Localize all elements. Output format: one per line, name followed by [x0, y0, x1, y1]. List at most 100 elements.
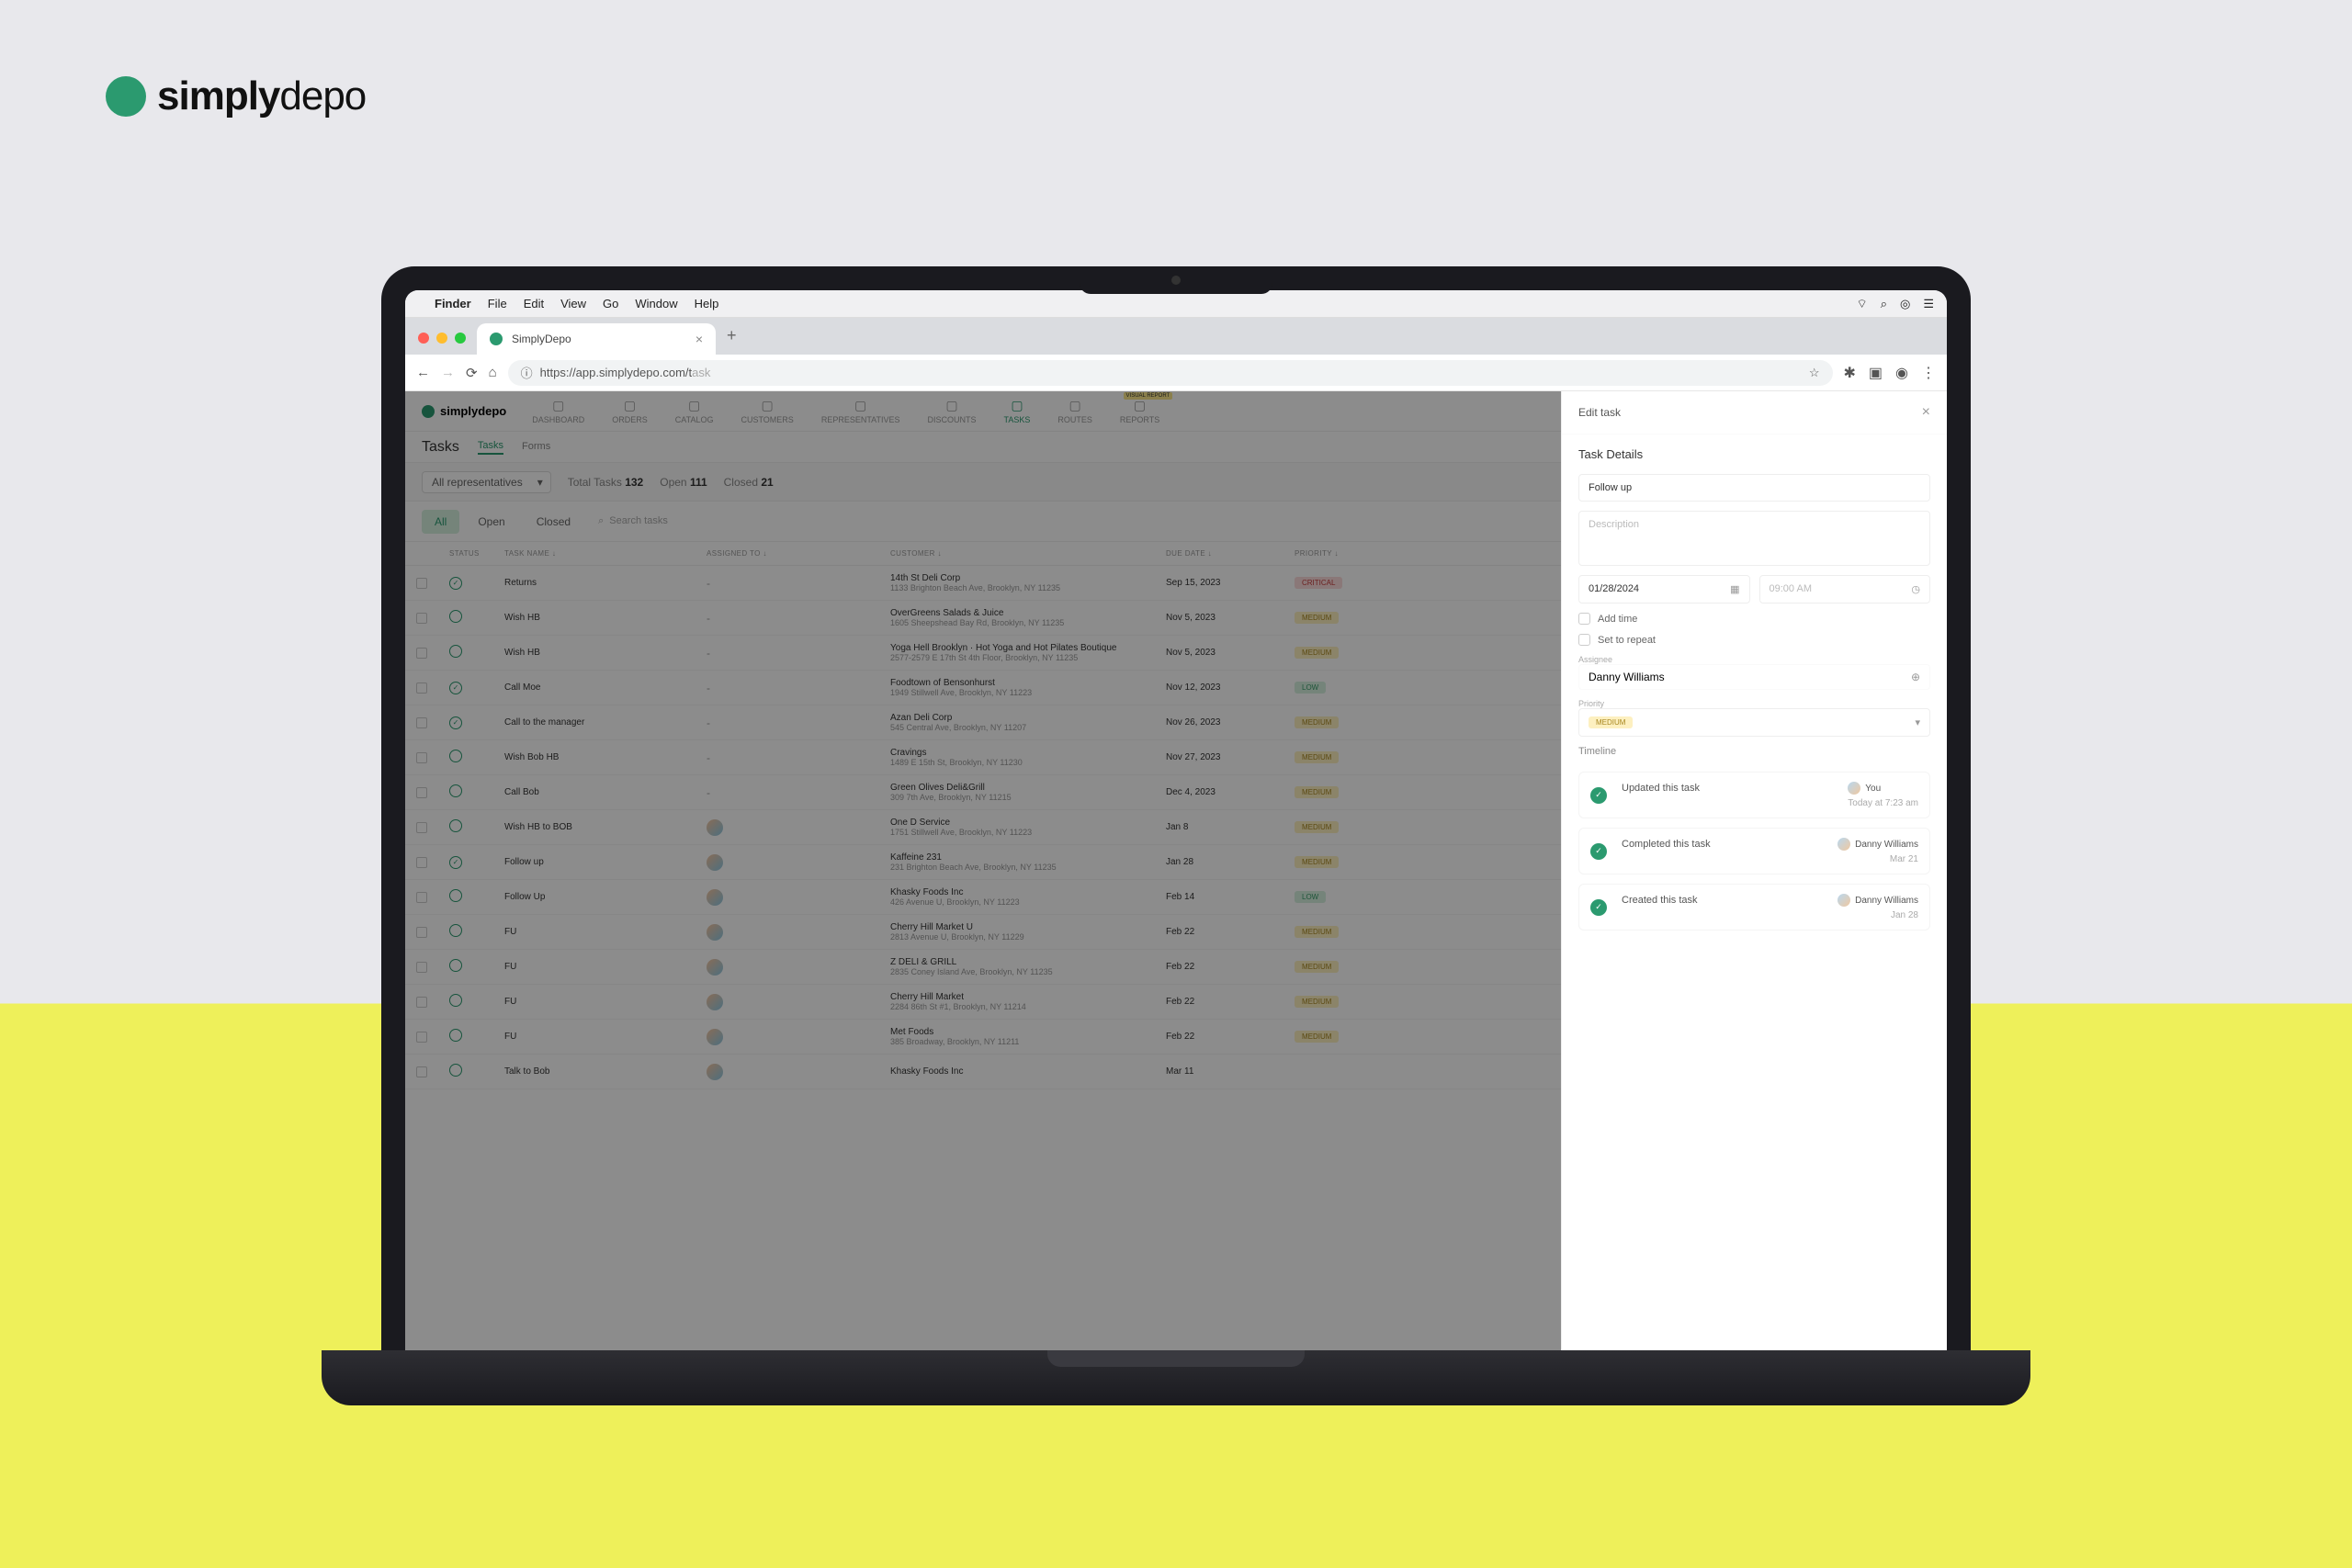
- row-checkbox[interactable]: [416, 752, 427, 763]
- nav-item-reports[interactable]: ▢REPORTSVISUAL REPORT: [1120, 398, 1159, 424]
- due-date-input[interactable]: 01/28/2024 ▦: [1578, 575, 1750, 604]
- status-icon[interactable]: ✓: [449, 856, 462, 869]
- nav-item-routes[interactable]: ▢ROUTES: [1057, 398, 1092, 424]
- menubar-item[interactable]: View: [560, 297, 586, 310]
- menubar-item[interactable]: Help: [695, 297, 719, 310]
- row-checkbox[interactable]: [416, 962, 427, 973]
- status-icon[interactable]: [449, 1029, 462, 1042]
- status-icon[interactable]: [449, 994, 462, 1007]
- view-tab-open[interactable]: Open: [465, 510, 517, 534]
- window-minimize-icon[interactable]: [436, 333, 447, 344]
- nav-item-customers[interactable]: ▢CUSTOMERS: [741, 398, 793, 424]
- url-bar[interactable]: ⓘ https://app.simplydepo.com/task ☆: [508, 360, 1833, 386]
- row-checkbox[interactable]: [416, 1066, 427, 1077]
- status-icon[interactable]: [449, 784, 462, 797]
- menubar-item[interactable]: Go: [603, 297, 618, 310]
- forward-icon[interactable]: →: [441, 365, 455, 380]
- view-tab-closed[interactable]: Closed: [524, 510, 583, 534]
- priority-cell: MEDIUM: [1295, 821, 1386, 833]
- task-name-cell: FU: [504, 927, 707, 937]
- col-priority[interactable]: PRIORITY ↓: [1295, 549, 1386, 558]
- add-time-checkbox[interactable]: Add time: [1578, 613, 1930, 625]
- nav-item-representatives[interactable]: ▢REPRESENTATIVES: [821, 398, 900, 424]
- row-checkbox[interactable]: [416, 857, 427, 868]
- status-icon[interactable]: [449, 645, 462, 658]
- profile-avatar-icon[interactable]: ◉: [1895, 364, 1908, 382]
- row-checkbox[interactable]: [416, 1032, 427, 1043]
- nav-item-dashboard[interactable]: ▢DASHBOARD: [532, 398, 584, 424]
- status-icon[interactable]: ✓: [449, 716, 462, 729]
- status-icon[interactable]: [449, 819, 462, 832]
- task-description-input[interactable]: Description: [1578, 511, 1930, 566]
- row-checkbox[interactable]: [416, 927, 427, 938]
- browser-tab[interactable]: SimplyDepo ×: [477, 323, 716, 355]
- task-name-input[interactable]: Follow up: [1578, 474, 1930, 502]
- timeline-user: Danny Williams: [1838, 894, 1918, 907]
- nav-item-tasks[interactable]: ▢TASKS: [1004, 398, 1031, 424]
- status-icon[interactable]: [449, 750, 462, 762]
- chrome-menu-icon[interactable]: ⋮: [1921, 364, 1936, 382]
- menubar-item[interactable]: Window: [635, 297, 677, 310]
- close-panel-icon[interactable]: ×: [1922, 404, 1930, 421]
- nav-item-discounts[interactable]: ▢DISCOUNTS: [928, 398, 977, 424]
- extensions-icon[interactable]: ✱: [1844, 364, 1856, 382]
- status-icon[interactable]: ✓: [449, 577, 462, 590]
- status-icon[interactable]: [449, 924, 462, 937]
- bookmark-star-icon[interactable]: ☆: [1809, 366, 1820, 380]
- control-center-icon[interactable]: ☰: [1923, 297, 1934, 311]
- wifi-icon[interactable]: ⌔: [1856, 297, 1867, 311]
- row-checkbox[interactable]: [416, 613, 427, 624]
- back-icon[interactable]: ←: [416, 365, 430, 380]
- subtab-tasks[interactable]: Tasks: [478, 440, 503, 455]
- reload-icon[interactable]: ⟳: [466, 365, 478, 381]
- row-checkbox[interactable]: [416, 822, 427, 833]
- window-maximize-icon[interactable]: [455, 333, 466, 344]
- status-icon[interactable]: [449, 610, 462, 623]
- view-tab-all[interactable]: All: [422, 510, 459, 534]
- row-checkbox[interactable]: [416, 717, 427, 728]
- customer-cell: Kaffeine 231231 Brighton Beach Ave, Broo…: [890, 852, 1166, 872]
- status-icon[interactable]: ✓: [449, 682, 462, 694]
- nav-item-orders[interactable]: ▢ORDERS: [612, 398, 648, 424]
- due-date-cell: Nov 12, 2023: [1166, 682, 1295, 693]
- menubar-item[interactable]: Finder: [435, 297, 471, 310]
- col-due[interactable]: DUE DATE ↓: [1166, 549, 1295, 558]
- col-assigned[interactable]: ASSIGNED TO ↓: [707, 549, 890, 558]
- priority-badge: MEDIUM: [1295, 751, 1339, 763]
- status-icon[interactable]: [449, 889, 462, 902]
- row-checkbox[interactable]: [416, 682, 427, 694]
- nav-item-catalog[interactable]: ▢CATALOG: [675, 398, 714, 424]
- row-checkbox[interactable]: [416, 997, 427, 1008]
- add-assignee-icon[interactable]: ⊕: [1911, 671, 1920, 683]
- new-tab-button[interactable]: +: [716, 326, 748, 355]
- assignee-field[interactable]: Assignee Danny Williams ⊕: [1578, 655, 1930, 690]
- row-checkbox[interactable]: [416, 648, 427, 659]
- status-icon[interactable]: [449, 1064, 462, 1077]
- set-repeat-checkbox[interactable]: Set to repeat: [1578, 634, 1930, 646]
- rep-filter-select[interactable]: All representatives: [422, 471, 551, 493]
- col-customer[interactable]: CUSTOMER ↓: [890, 549, 1166, 558]
- close-tab-icon[interactable]: ×: [695, 332, 703, 346]
- tab-title: SimplyDepo: [512, 333, 571, 345]
- search-tasks[interactable]: ⌕ Search tasks: [598, 515, 668, 527]
- menubar-item[interactable]: File: [488, 297, 507, 310]
- window-close-icon[interactable]: [418, 333, 429, 344]
- user-icon[interactable]: ◎: [1900, 297, 1910, 311]
- nav-icon: ▢: [552, 398, 564, 413]
- due-date-cell: Feb 14: [1166, 892, 1295, 902]
- url-text: https://app.simplydepo.com/task: [540, 366, 711, 379]
- status-icon[interactable]: [449, 959, 462, 972]
- home-icon[interactable]: ⌂: [489, 365, 497, 380]
- subtab-forms[interactable]: Forms: [522, 441, 550, 454]
- sidepanel-icon[interactable]: ▣: [1869, 364, 1883, 382]
- spotlight-icon[interactable]: ⌕: [1881, 297, 1887, 311]
- due-time-input[interactable]: 09:00 AM ◷: [1759, 575, 1931, 604]
- menubar-item[interactable]: Edit: [524, 297, 544, 310]
- app-logo[interactable]: simplydepo: [422, 404, 506, 418]
- col-status[interactable]: STATUS: [449, 549, 504, 558]
- col-task[interactable]: TASK NAME ↓: [504, 549, 707, 558]
- priority-field[interactable]: Priority MEDIUM ▾: [1578, 699, 1930, 737]
- row-checkbox[interactable]: [416, 578, 427, 589]
- row-checkbox[interactable]: [416, 787, 427, 798]
- row-checkbox[interactable]: [416, 892, 427, 903]
